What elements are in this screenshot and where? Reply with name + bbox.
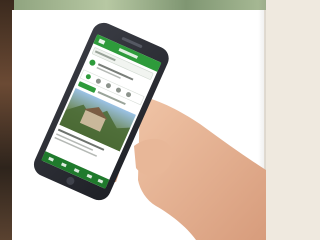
phone-in-hand-illustration [33, 22, 266, 240]
photo-scene [0, 0, 266, 240]
